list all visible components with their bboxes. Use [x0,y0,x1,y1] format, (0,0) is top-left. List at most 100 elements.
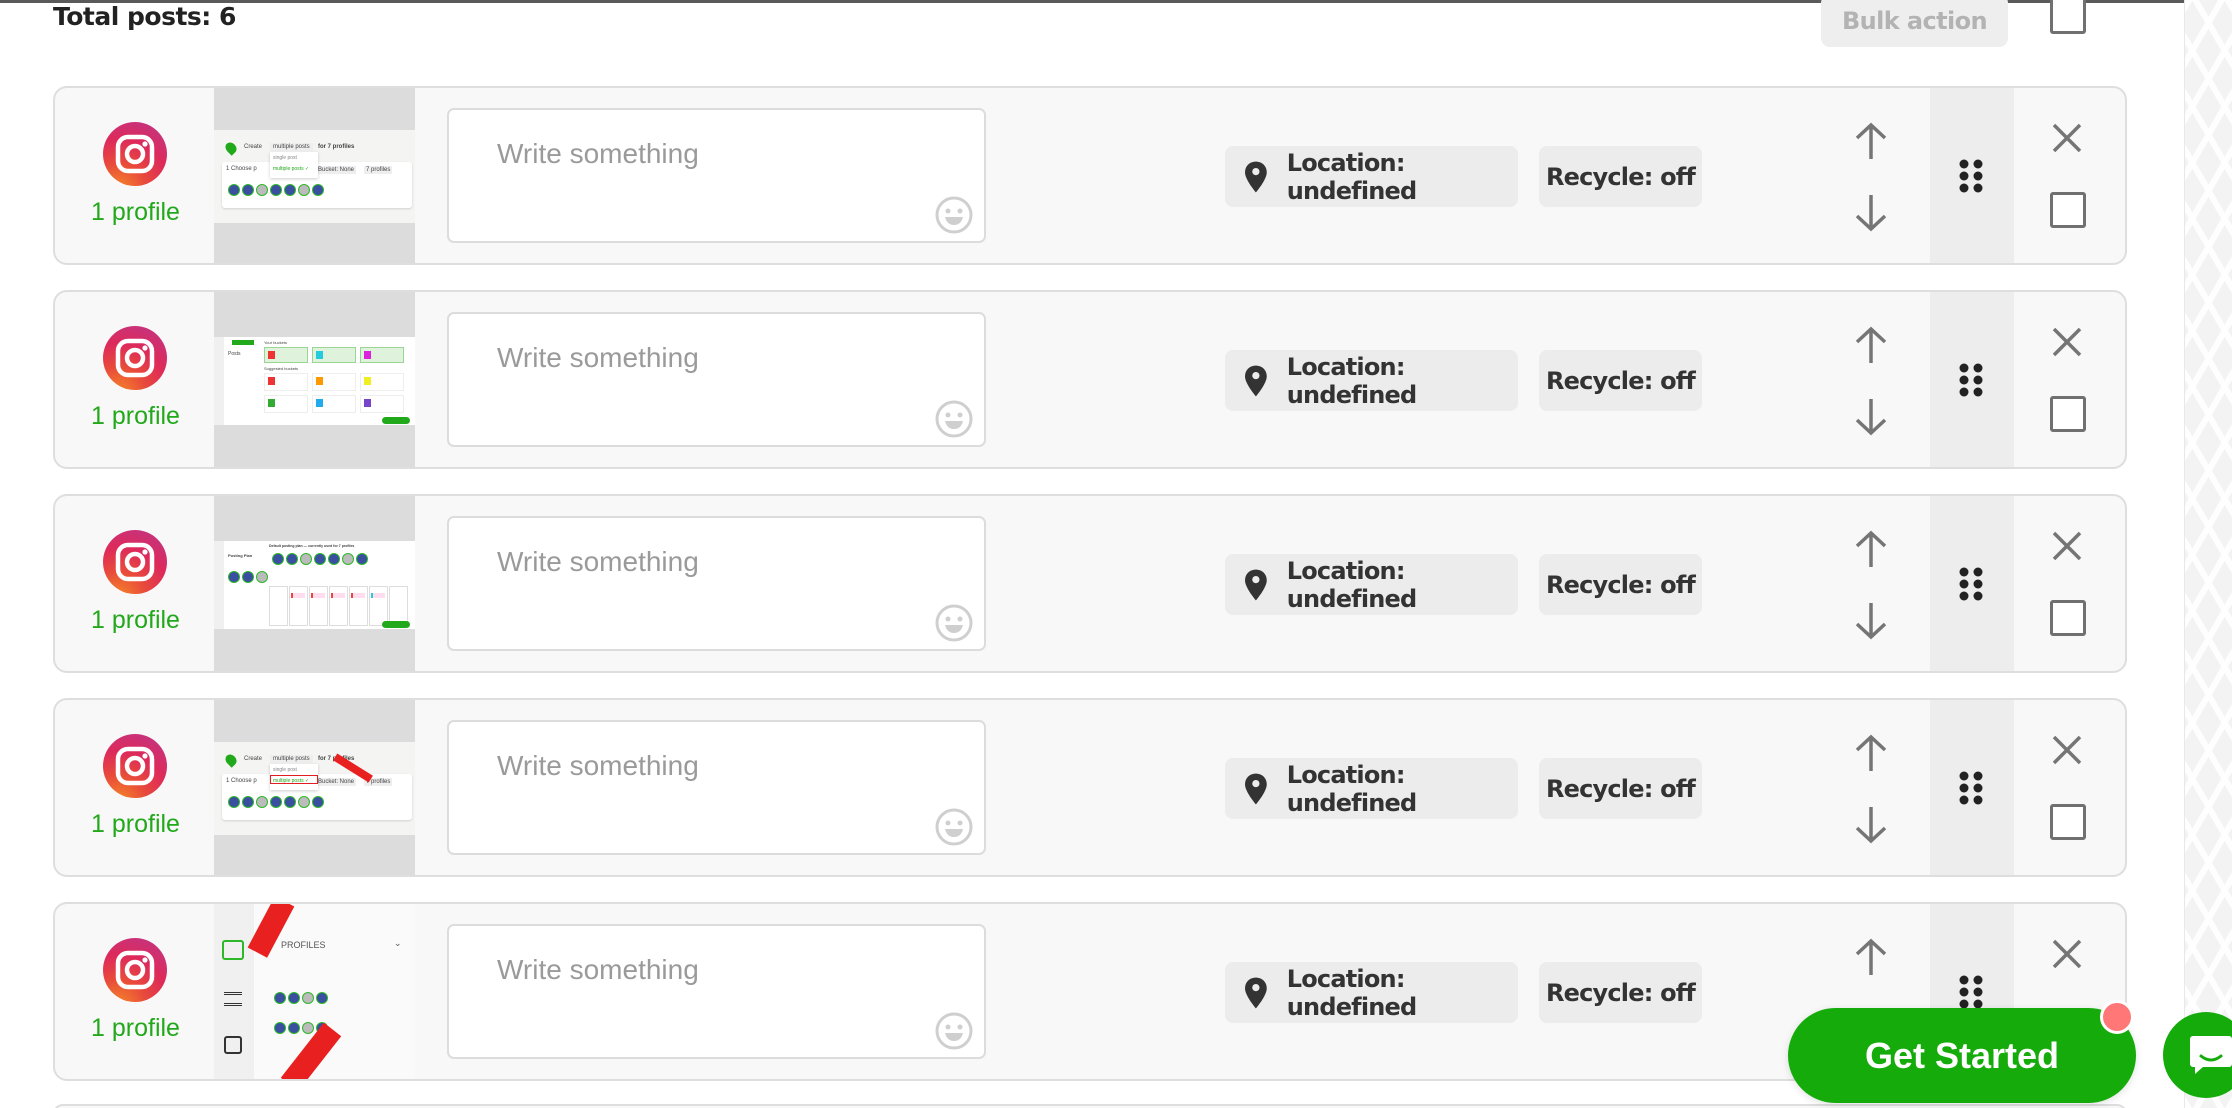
post-text-placeholder: Write something [497,750,699,781]
remove-post-close-icon[interactable] [2051,734,2083,766]
thumbnail-avatar [300,553,312,565]
profile-count[interactable]: 1 profile [55,1014,216,1043]
post-text-input[interactable]: Write something [447,108,986,243]
thumbnail-get-started [382,621,410,628]
recycle-button[interactable]: Recycle: off [1539,758,1702,819]
drag-handle[interactable] [1930,292,2014,467]
chat-widget-button[interactable] [2163,1012,2232,1098]
bulk-action-button[interactable]: Bulk action [1821,0,2008,47]
thumbnail-detail: ⌄ [394,938,402,948]
drag-handle[interactable] [1930,88,2014,263]
post-image-thumbnail[interactable]: Posting Plan Default posting plan — curre… [214,496,415,671]
emoji-icon[interactable] [934,1011,974,1051]
post-image-thumbnail[interactable]: PROFILES ⌄ [214,904,415,1079]
remove-post-close-icon[interactable] [2051,326,2083,358]
select-post-checkbox[interactable] [2050,192,2086,228]
location-button[interactable]: Location: undefined [1225,350,1518,411]
thumbnail-avatar [284,796,296,808]
thumbnail-detail: multiple posts [270,755,313,763]
thumbnail-calendar-slot [371,593,385,598]
select-post-checkbox[interactable] [2050,600,2086,636]
recycle-button[interactable]: Recycle: off [1539,146,1702,207]
move-down-arrow-icon[interactable] [1849,397,1893,437]
remove-post-close-icon[interactable] [2051,122,2083,154]
recycle-label: Recycle: off [1545,366,1696,395]
thumbnail-detail: single post [273,767,297,773]
profile-count[interactable]: 1 profile [55,606,216,635]
thumbnail-avatar [316,992,328,1004]
thumbnail-sidebar [214,541,224,629]
thumbnail-image: Posting Plan Default posting plan — curre… [214,541,415,629]
move-up-arrow-icon[interactable] [1849,121,1893,161]
recycle-button[interactable]: Recycle: off [1539,350,1702,411]
drag-handle-icon [1959,567,1983,601]
drag-handle-icon [1959,363,1983,397]
profile-count[interactable]: 1 profile [55,402,216,431]
post-text-input[interactable]: Write something [447,720,986,855]
emoji-icon[interactable] [934,807,974,847]
instagram-icon [103,122,167,186]
location-button[interactable]: Location: undefined [1225,962,1518,1023]
select-post-checkbox[interactable] [2050,396,2086,432]
thumbnail-avatar [274,1022,286,1034]
move-down-arrow-icon[interactable] [1849,193,1893,233]
post-text-placeholder: Write something [497,954,699,985]
emoji-icon[interactable] [934,603,974,643]
location-pin-icon [1245,161,1267,192]
move-up-arrow-icon[interactable] [1849,733,1893,773]
post-text-input[interactable]: Write something [447,312,986,447]
thumbnail-detail: 7 profiles [364,166,393,174]
thumbnail-detail: for 7 profiles [318,144,355,150]
profile-count[interactable]: 1 profile [55,810,216,839]
select-post-checkbox[interactable] [2050,804,2086,840]
profile-column: 1 profile [55,496,216,671]
location-button[interactable]: Location: undefined [1225,758,1518,819]
post-text-placeholder: Write something [497,138,699,169]
location-pin-icon [1245,365,1267,396]
thumbnail-avatar [228,184,240,196]
thumbnail-image: Create multiple posts for 7 profiles 1 Choo… [214,130,415,223]
move-up-arrow-icon[interactable] [1849,529,1893,569]
thumbnail-bucket-icon [268,399,275,407]
get-started-button[interactable]: Get Started [1788,1008,2136,1103]
remove-post-close-icon[interactable] [2051,530,2083,562]
thumbnail-avatar [272,553,284,565]
remove-post-close-icon[interactable] [2051,938,2083,970]
emoji-icon[interactable] [934,195,974,235]
location-button[interactable]: Location: undefined [1225,554,1518,615]
post-image-thumbnail[interactable]: Posts Your buckets Suggested buckets [214,292,415,467]
recycle-button[interactable]: Recycle: off [1539,962,1702,1023]
thumbnail-detail: Create [244,144,263,150]
move-down-arrow-icon[interactable] [1849,601,1893,641]
thumbnail-avatar [256,184,268,196]
drag-handle[interactable] [1930,496,2014,671]
thumbnail-avatar [284,184,296,196]
thumbnail-calendar-slot [351,593,365,598]
thumbnail-highlight-box [270,775,318,784]
thumbnail-calendar-slot [291,593,305,598]
thumbnail-detail: multiple posts ✓ [273,166,310,172]
post-image-thumbnail[interactable]: Createmultiple postsfor 7 profiles1 Choo… [214,700,415,875]
thumbnail-detail: Bucket: None [316,778,357,786]
move-up-arrow-icon[interactable] [1849,325,1893,365]
post-text-input[interactable]: Write something [447,516,986,651]
thumbnail-detail: Bucket: None [316,166,357,174]
instagram-icon [103,938,167,1002]
profile-column: 1 profile [55,904,216,1079]
select-all-checkbox[interactable] [2050,0,2086,34]
profile-count[interactable]: 1 profile [55,198,216,227]
profile-column: 1 profile [55,700,216,875]
move-down-arrow-icon[interactable] [1849,805,1893,845]
location-button[interactable]: Location: undefined [1225,146,1518,207]
post-image-thumbnail[interactable]: Createmultiple postsfor 7 profiles1 Choo… [214,88,415,263]
thumbnail-calendar-cell [269,586,288,626]
drag-handle[interactable] [1930,700,2014,875]
post-text-input[interactable]: Write something [447,924,986,1059]
recycle-button[interactable]: Recycle: off [1539,554,1702,615]
thumbnail-list-icon [224,992,242,1006]
right-side-background [2184,0,2232,1108]
move-up-arrow-icon[interactable] [1849,937,1893,977]
thumbnail-detail: Your buckets [264,340,287,345]
thumbnail-detail: Suggested buckets [264,366,299,371]
emoji-icon[interactable] [934,399,974,439]
